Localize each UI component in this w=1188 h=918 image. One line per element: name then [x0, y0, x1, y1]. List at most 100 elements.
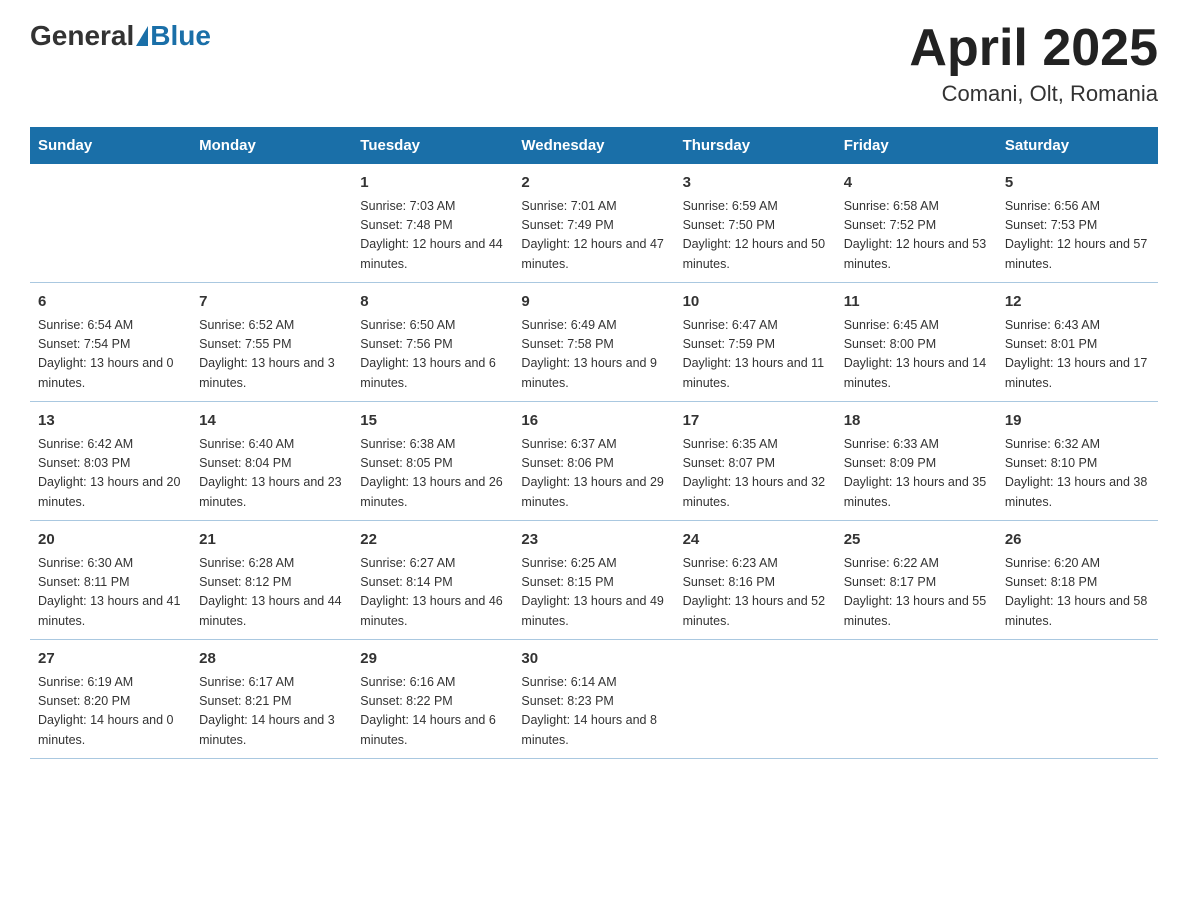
- day-info: Sunrise: 6:52 AMSunset: 7:55 PMDaylight:…: [199, 316, 344, 394]
- day-info: Sunrise: 7:01 AMSunset: 7:49 PMDaylight:…: [521, 197, 666, 275]
- day-info: Sunrise: 6:38 AMSunset: 8:05 PMDaylight:…: [360, 435, 505, 513]
- day-info: Sunrise: 6:54 AMSunset: 7:54 PMDaylight:…: [38, 316, 183, 394]
- calendar-cell: 9Sunrise: 6:49 AMSunset: 7:58 PMDaylight…: [513, 283, 674, 402]
- calendar-cell: 28Sunrise: 6:17 AMSunset: 8:21 PMDayligh…: [191, 640, 352, 759]
- page-header: General Blue April 2025 Comani, Olt, Rom…: [30, 20, 1158, 107]
- calendar-cell: 8Sunrise: 6:50 AMSunset: 7:56 PMDaylight…: [352, 283, 513, 402]
- calendar-cell: 14Sunrise: 6:40 AMSunset: 8:04 PMDayligh…: [191, 402, 352, 521]
- day-info: Sunrise: 6:33 AMSunset: 8:09 PMDaylight:…: [844, 435, 989, 513]
- calendar-cell: 18Sunrise: 6:33 AMSunset: 8:09 PMDayligh…: [836, 402, 997, 521]
- day-number: 13: [38, 410, 183, 433]
- calendar-cell: 10Sunrise: 6:47 AMSunset: 7:59 PMDayligh…: [675, 283, 836, 402]
- column-header-thursday: Thursday: [675, 127, 836, 164]
- day-info: Sunrise: 6:17 AMSunset: 8:21 PMDaylight:…: [199, 673, 344, 751]
- calendar-cell: [191, 164, 352, 283]
- calendar-cell: 21Sunrise: 6:28 AMSunset: 8:12 PMDayligh…: [191, 521, 352, 640]
- day-number: 9: [521, 291, 666, 314]
- calendar-cell: [30, 164, 191, 283]
- calendar-cell: 6Sunrise: 6:54 AMSunset: 7:54 PMDaylight…: [30, 283, 191, 402]
- column-header-saturday: Saturday: [997, 127, 1158, 164]
- day-number: 28: [199, 648, 344, 671]
- day-info: Sunrise: 6:43 AMSunset: 8:01 PMDaylight:…: [1005, 316, 1150, 394]
- day-number: 4: [844, 172, 989, 195]
- day-info: Sunrise: 6:30 AMSunset: 8:11 PMDaylight:…: [38, 554, 183, 632]
- calendar-week-row: 1Sunrise: 7:03 AMSunset: 7:48 PMDaylight…: [30, 164, 1158, 283]
- day-number: 3: [683, 172, 828, 195]
- calendar-cell: [997, 640, 1158, 759]
- day-info: Sunrise: 6:28 AMSunset: 8:12 PMDaylight:…: [199, 554, 344, 632]
- page-title: April 2025: [909, 20, 1158, 77]
- day-number: 26: [1005, 529, 1150, 552]
- logo-blue-text: Blue: [150, 20, 211, 52]
- calendar-table: SundayMondayTuesdayWednesdayThursdayFrid…: [30, 127, 1158, 759]
- calendar-cell: 12Sunrise: 6:43 AMSunset: 8:01 PMDayligh…: [997, 283, 1158, 402]
- day-number: 22: [360, 529, 505, 552]
- day-number: 15: [360, 410, 505, 433]
- day-number: 8: [360, 291, 505, 314]
- day-info: Sunrise: 6:45 AMSunset: 8:00 PMDaylight:…: [844, 316, 989, 394]
- calendar-week-row: 20Sunrise: 6:30 AMSunset: 8:11 PMDayligh…: [30, 521, 1158, 640]
- calendar-cell: 29Sunrise: 6:16 AMSunset: 8:22 PMDayligh…: [352, 640, 513, 759]
- calendar-week-row: 27Sunrise: 6:19 AMSunset: 8:20 PMDayligh…: [30, 640, 1158, 759]
- day-info: Sunrise: 6:35 AMSunset: 8:07 PMDaylight:…: [683, 435, 828, 513]
- day-info: Sunrise: 6:56 AMSunset: 7:53 PMDaylight:…: [1005, 197, 1150, 275]
- day-info: Sunrise: 6:49 AMSunset: 7:58 PMDaylight:…: [521, 316, 666, 394]
- calendar-cell: [836, 640, 997, 759]
- day-info: Sunrise: 6:40 AMSunset: 8:04 PMDaylight:…: [199, 435, 344, 513]
- day-number: 27: [38, 648, 183, 671]
- calendar-cell: 23Sunrise: 6:25 AMSunset: 8:15 PMDayligh…: [513, 521, 674, 640]
- day-number: 19: [1005, 410, 1150, 433]
- page-subtitle: Comani, Olt, Romania: [909, 81, 1158, 107]
- day-info: Sunrise: 6:25 AMSunset: 8:15 PMDaylight:…: [521, 554, 666, 632]
- day-number: 5: [1005, 172, 1150, 195]
- day-number: 1: [360, 172, 505, 195]
- logo-general-text: General: [30, 20, 134, 52]
- calendar-cell: 13Sunrise: 6:42 AMSunset: 8:03 PMDayligh…: [30, 402, 191, 521]
- day-number: 23: [521, 529, 666, 552]
- day-number: 11: [844, 291, 989, 314]
- day-info: Sunrise: 6:14 AMSunset: 8:23 PMDaylight:…: [521, 673, 666, 751]
- day-info: Sunrise: 6:32 AMSunset: 8:10 PMDaylight:…: [1005, 435, 1150, 513]
- calendar-cell: 19Sunrise: 6:32 AMSunset: 8:10 PMDayligh…: [997, 402, 1158, 521]
- day-info: Sunrise: 6:20 AMSunset: 8:18 PMDaylight:…: [1005, 554, 1150, 632]
- day-info: Sunrise: 6:50 AMSunset: 7:56 PMDaylight:…: [360, 316, 505, 394]
- calendar-cell: 22Sunrise: 6:27 AMSunset: 8:14 PMDayligh…: [352, 521, 513, 640]
- day-number: 18: [844, 410, 989, 433]
- calendar-cell: 5Sunrise: 6:56 AMSunset: 7:53 PMDaylight…: [997, 164, 1158, 283]
- day-info: Sunrise: 6:23 AMSunset: 8:16 PMDaylight:…: [683, 554, 828, 632]
- calendar-cell: 17Sunrise: 6:35 AMSunset: 8:07 PMDayligh…: [675, 402, 836, 521]
- calendar-cell: 15Sunrise: 6:38 AMSunset: 8:05 PMDayligh…: [352, 402, 513, 521]
- day-info: Sunrise: 6:19 AMSunset: 8:20 PMDaylight:…: [38, 673, 183, 751]
- day-number: 17: [683, 410, 828, 433]
- logo: General Blue: [30, 20, 211, 52]
- day-info: Sunrise: 7:03 AMSunset: 7:48 PMDaylight:…: [360, 197, 505, 275]
- day-info: Sunrise: 6:22 AMSunset: 8:17 PMDaylight:…: [844, 554, 989, 632]
- calendar-week-row: 13Sunrise: 6:42 AMSunset: 8:03 PMDayligh…: [30, 402, 1158, 521]
- day-number: 24: [683, 529, 828, 552]
- calendar-cell: 7Sunrise: 6:52 AMSunset: 7:55 PMDaylight…: [191, 283, 352, 402]
- day-info: Sunrise: 6:42 AMSunset: 8:03 PMDaylight:…: [38, 435, 183, 513]
- day-number: 2: [521, 172, 666, 195]
- calendar-cell: 1Sunrise: 7:03 AMSunset: 7:48 PMDaylight…: [352, 164, 513, 283]
- day-number: 25: [844, 529, 989, 552]
- calendar-header-row: SundayMondayTuesdayWednesdayThursdayFrid…: [30, 127, 1158, 164]
- calendar-cell: 24Sunrise: 6:23 AMSunset: 8:16 PMDayligh…: [675, 521, 836, 640]
- day-info: Sunrise: 6:47 AMSunset: 7:59 PMDaylight:…: [683, 316, 828, 394]
- column-header-tuesday: Tuesday: [352, 127, 513, 164]
- day-number: 21: [199, 529, 344, 552]
- day-info: Sunrise: 6:37 AMSunset: 8:06 PMDaylight:…: [521, 435, 666, 513]
- day-number: 20: [38, 529, 183, 552]
- calendar-cell: 16Sunrise: 6:37 AMSunset: 8:06 PMDayligh…: [513, 402, 674, 521]
- column-header-friday: Friday: [836, 127, 997, 164]
- day-info: Sunrise: 6:16 AMSunset: 8:22 PMDaylight:…: [360, 673, 505, 751]
- day-info: Sunrise: 6:58 AMSunset: 7:52 PMDaylight:…: [844, 197, 989, 275]
- logo-triangle-icon: [136, 26, 148, 46]
- calendar-week-row: 6Sunrise: 6:54 AMSunset: 7:54 PMDaylight…: [30, 283, 1158, 402]
- day-number: 7: [199, 291, 344, 314]
- calendar-cell: 30Sunrise: 6:14 AMSunset: 8:23 PMDayligh…: [513, 640, 674, 759]
- day-number: 12: [1005, 291, 1150, 314]
- column-header-wednesday: Wednesday: [513, 127, 674, 164]
- column-header-sunday: Sunday: [30, 127, 191, 164]
- calendar-cell: 3Sunrise: 6:59 AMSunset: 7:50 PMDaylight…: [675, 164, 836, 283]
- day-number: 14: [199, 410, 344, 433]
